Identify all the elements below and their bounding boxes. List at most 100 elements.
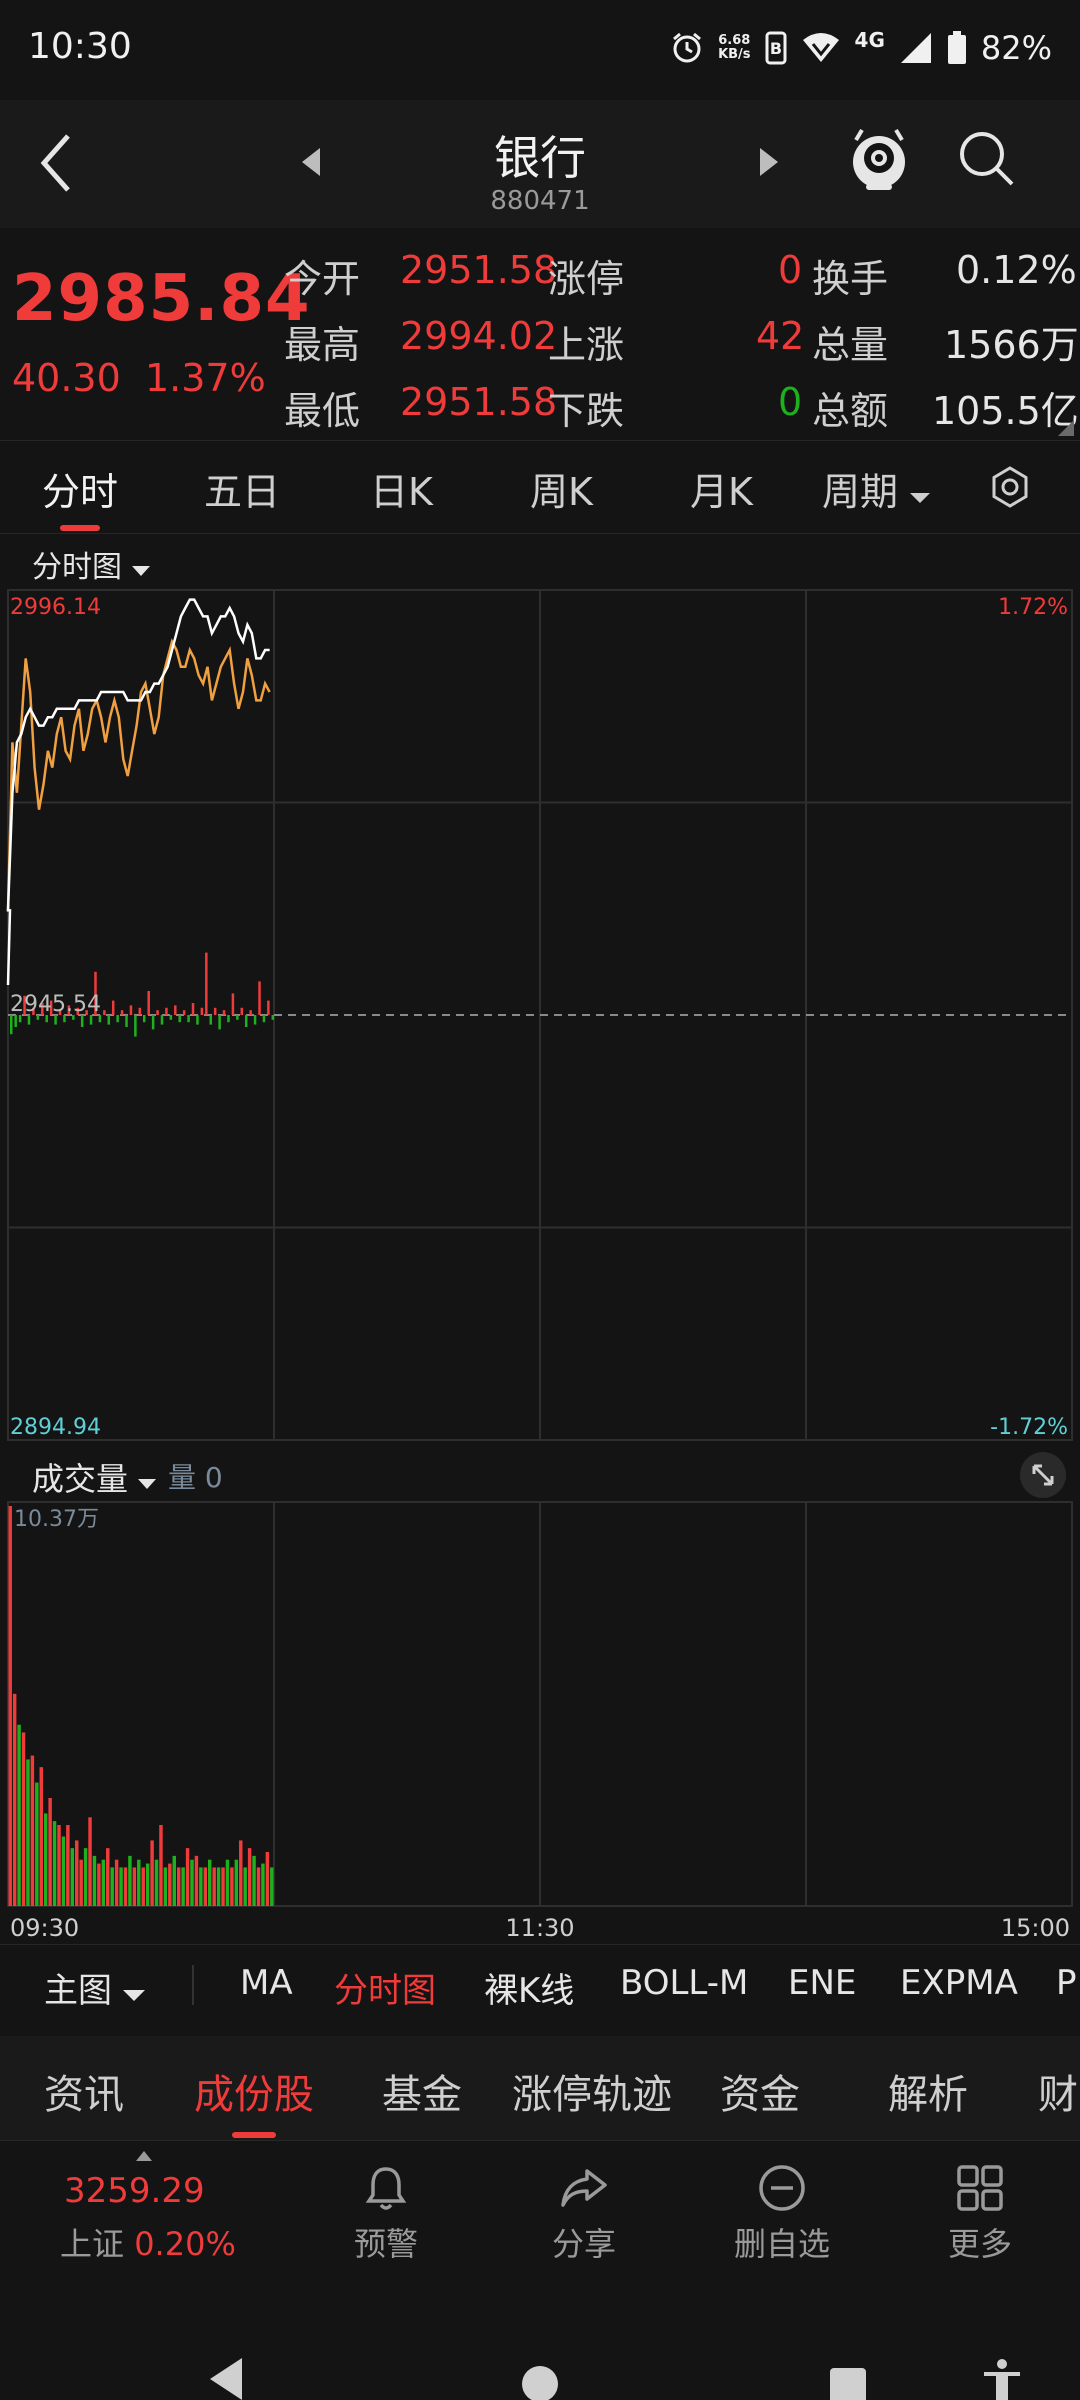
chevron-down-icon (138, 1479, 157, 1489)
volume-bar (208, 1859, 212, 1906)
volume-chart: 10.37万 09:30 11:30 15:00 (7, 1501, 1073, 1940)
limit-up-label: 涨停 (548, 257, 625, 301)
status-bar: 10:30 6.68 KB/s B 4G 82% (0, 0, 1080, 100)
up-label: 上涨 (548, 323, 625, 367)
status-icons: 6.68 KB/s B 4G 82% (670, 24, 1052, 72)
tab-funds[interactable]: 基金 (382, 2062, 462, 2120)
price-chart[interactable]: 2996.14 1.72% 2945.54 2894.94 -1.72% (0, 585, 1080, 1455)
indicator-intraday[interactable]: 分时图 (334, 1963, 436, 2012)
tab-five-day[interactable]: 五日 (204, 461, 280, 516)
nav-home-icon[interactable] (520, 2364, 560, 2400)
tab-news[interactable]: 资讯 (44, 2062, 124, 2120)
volume-bar (141, 1867, 145, 1906)
system-nav-bar (0, 2300, 1080, 2400)
momentum-bar (209, 1015, 212, 1025)
battery-level: 82% (980, 29, 1052, 67)
volume-bar (43, 1813, 48, 1906)
volume-bar (52, 1821, 57, 1906)
alert-button[interactable]: 预警 (316, 2163, 456, 2265)
momentum-bar (196, 1015, 199, 1025)
volume-bar (243, 1867, 247, 1906)
volume-bar (83, 1848, 88, 1906)
volume-bar (12, 1693, 17, 1906)
info-tabs: 资讯 成份股 基金 涨停轨迹 资金 解析 财 (0, 2036, 1080, 2140)
indicator-expma[interactable]: EXPMA (900, 1963, 1018, 2003)
tab-period[interactable]: 周期 (822, 461, 931, 516)
volume-bar (230, 1867, 234, 1906)
momentum-bar (169, 1015, 173, 1020)
volume-bar (199, 1867, 203, 1906)
network-type: 4G (854, 28, 885, 52)
y-max-label: 2996.14 (10, 595, 101, 620)
accessibility-icon[interactable] (982, 2358, 1022, 2400)
expand-button[interactable] (1020, 1452, 1066, 1498)
nav-back-icon[interactable] (206, 2358, 246, 2400)
low-label: 最低 (284, 389, 361, 433)
volume-bar (261, 1863, 265, 1906)
volume-bar (252, 1855, 256, 1906)
more-button[interactable]: 更多 (910, 2163, 1050, 2265)
momentum-bar (107, 1015, 111, 1025)
momentum-bar (227, 1015, 230, 1023)
index-value[interactable]: 3259.29 (64, 2171, 205, 2211)
current-price: 2985.84 (12, 262, 311, 336)
momentum-bar (236, 1015, 239, 1020)
tab-finance[interactable]: 财 (1038, 2062, 1078, 2120)
volume-bar (97, 1863, 101, 1906)
volume-bar (181, 1867, 185, 1906)
tab-analysis[interactable]: 解析 (888, 2062, 968, 2120)
caret-up-icon (136, 2151, 152, 2161)
volume-bar (154, 1859, 159, 1906)
share-button[interactable]: 分享 (514, 2163, 654, 2265)
indicator-naked-k[interactable]: 裸K线 (484, 1963, 574, 2012)
active-news-indicator (232, 2132, 276, 2138)
settings-icon[interactable] (988, 465, 1032, 509)
momentum-bar (10, 1015, 13, 1035)
main-chart-selector[interactable]: 主图 (44, 1963, 145, 2012)
index-ticker[interactable]: 上证 0.20% (60, 2219, 236, 2265)
chart-type-selector[interactable]: 分时图 (32, 542, 150, 586)
period-tabs: 分时 五日 日K 周K 月K 周期 (0, 440, 1080, 534)
volume-bar (88, 1817, 92, 1906)
search-icon[interactable] (956, 128, 1018, 190)
volume-bar (106, 1848, 110, 1906)
momentum-bar (213, 1007, 217, 1015)
nav-recents-icon[interactable] (828, 2366, 868, 2400)
tab-limit-up-track[interactable]: 涨停轨迹 (512, 2062, 672, 2120)
remove-watchlist-button[interactable]: 删自选 (712, 2163, 852, 2265)
page-title: 银行 (494, 131, 586, 185)
time-tick-midday: 11:30 (505, 1914, 574, 1940)
tab-intraday[interactable]: 分时 (42, 461, 118, 516)
volume-bar (101, 1859, 106, 1906)
indicator-boll-m[interactable]: BOLL-M (620, 1963, 748, 2003)
momentum-bar (120, 1010, 124, 1015)
volume-bar (132, 1867, 137, 1906)
momentum-bar (178, 1015, 181, 1023)
amount-value: 105.5亿 (932, 389, 1079, 433)
indicator-ene[interactable]: ENE (788, 1963, 856, 2003)
volume-bar (39, 1767, 43, 1906)
tab-daily-k[interactable]: 日K (370, 461, 433, 516)
tab-constituents[interactable]: 成份股 (194, 2062, 314, 2120)
tab-capital[interactable]: 资金 (720, 2062, 800, 2120)
signal-icon (900, 33, 931, 63)
mascot-icon[interactable] (848, 122, 910, 198)
volume-indicator-selector[interactable]: 成交量 (32, 1454, 157, 1500)
volume-value: 1566万 (944, 323, 1079, 367)
momentum-bar (143, 1015, 146, 1023)
divider (192, 1965, 194, 2005)
momentum-bar (240, 1007, 244, 1015)
price-change: 40.30 1.37% (12, 356, 266, 400)
volume-label: 总量 (812, 323, 889, 367)
indicator-more[interactable]: P (1056, 1963, 1077, 2003)
y-base-label: 2945.54 (10, 992, 101, 1017)
tab-monthly-k[interactable]: 月K (690, 461, 753, 516)
indicator-ma[interactable]: MA (240, 1963, 293, 2003)
volume-max-label: 10.37万 (14, 1507, 99, 1532)
volume-bar (17, 1724, 21, 1906)
next-stock-icon[interactable] (758, 146, 780, 178)
open-label: 今开 (284, 257, 361, 301)
chevron-down-icon (910, 493, 931, 503)
tab-weekly-k[interactable]: 周K (530, 461, 593, 516)
low-value: 2951.58 (400, 380, 558, 424)
